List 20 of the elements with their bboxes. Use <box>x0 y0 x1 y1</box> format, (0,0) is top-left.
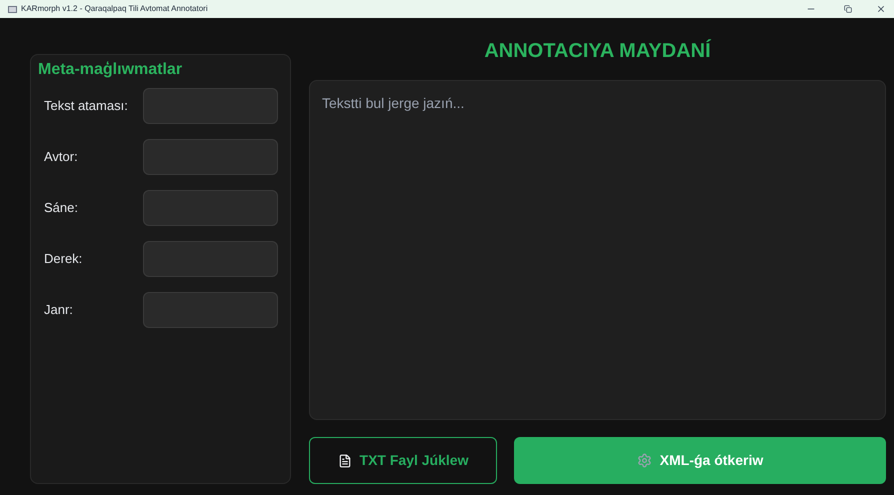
close-icon[interactable] <box>876 4 886 14</box>
document-icon <box>338 454 352 468</box>
field-label: Sáne: <box>44 199 78 218</box>
field-label: Janr: <box>44 301 73 320</box>
section-title: ANNOTACIYA MAYDANÍ <box>483 38 712 64</box>
input-field[interactable] <box>143 139 278 175</box>
load-button[interactable]: TXT Fayl Júklew <box>309 437 497 484</box>
field-label: Tekst ataması: <box>44 97 128 116</box>
gear-icon <box>636 453 652 468</box>
restore-icon[interactable] <box>844 5 852 13</box>
app-icon <box>8 6 17 12</box>
window-title: KARmorph v1.2 - Qaraqalpaq Tili Avtomat Annotatori <box>21 3 208 15</box>
input-field[interactable] <box>143 88 278 124</box>
input-field[interactable] <box>143 190 278 226</box>
text-area[interactable]: Tekstti bul jerge jazıń... <box>309 80 886 420</box>
panel-title: Meta-maģlıwmatlar <box>38 60 184 80</box>
input-field[interactable] <box>143 292 278 328</box>
input-field[interactable] <box>143 241 278 277</box>
field-label: Avtor: <box>44 148 78 166</box>
field-label: Derek: <box>44 250 82 268</box>
